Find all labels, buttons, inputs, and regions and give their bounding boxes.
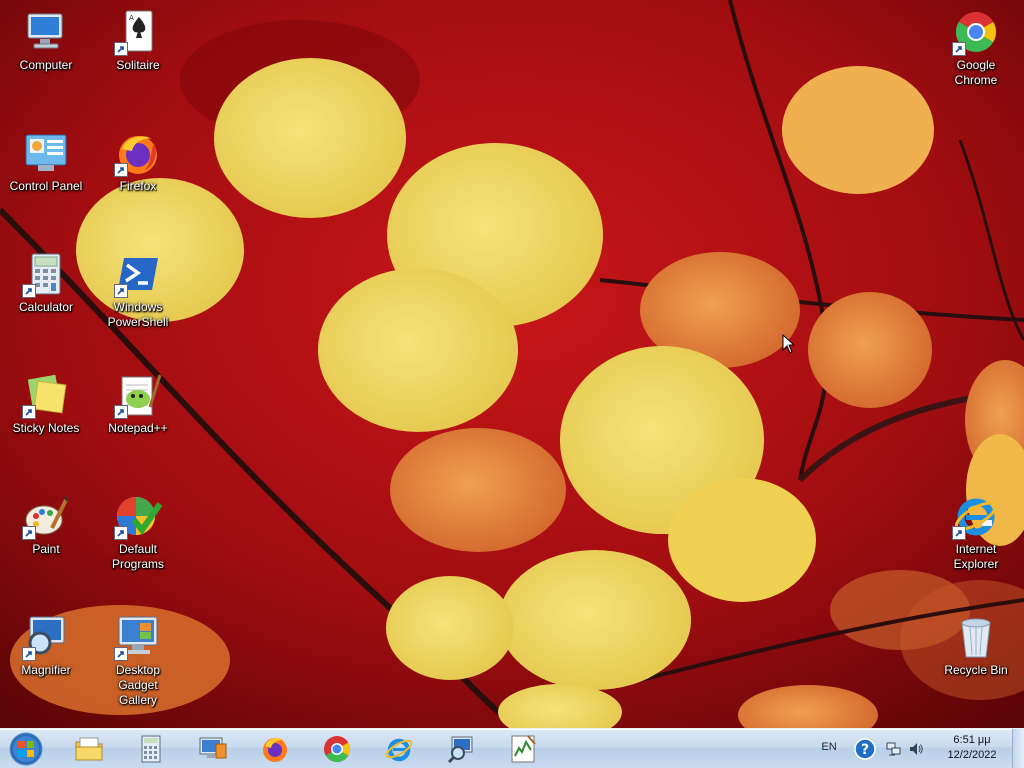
desktop-icon-label: Firefox [119,179,157,193]
desktop-icon-computer[interactable]: Computer [4,2,88,112]
desktop-icon-desktop-gadget-gallery[interactable]: Desktop Gadget Gallery [96,607,180,717]
desktop-icon-paint[interactable]: Paint [4,486,88,596]
shortcut-arrow-icon [114,42,128,56]
chrome-icon [324,736,351,763]
taskbar: EN ? 6:51 μμ 12/2/2022 [0,728,1024,768]
shortcut-arrow-icon [22,284,36,298]
desktop-icon-solitaire[interactable]: A Solitaire [96,2,180,112]
desktop-icon-label: Internet Explorer [953,542,999,571]
file-explorer-icon [75,737,103,761]
shortcut-arrow-icon [114,526,128,540]
desktop-icon-label: Windows PowerShell [107,300,169,329]
desktop-icon-calculator[interactable]: Calculator [4,244,88,354]
shortcut-arrow-icon [952,42,966,56]
desktop-icon-label: Calculator [18,300,74,314]
ie-icon [385,738,413,762]
start-orb-icon [9,732,43,766]
calculator-icon [141,735,161,763]
clock-time: 6:51 μμ [953,734,991,746]
desktop-icon-label: Paint [32,542,60,556]
system-tray: EN ? 6:51 μμ 12/2/2022 [814,729,1024,768]
volume-icon[interactable] [908,741,924,757]
language-indicator[interactable]: EN [814,741,844,753]
desktop-icon-recycle-bin[interactable]: Recycle Bin [934,607,1018,717]
recycle-bin-icon [961,618,991,658]
desktop-icon-google-chrome[interactable]: Google Chrome [934,2,1018,112]
help-icon[interactable]: ? [854,738,876,760]
shortcut-arrow-icon [114,163,128,177]
desktop-icon-label: Notepad++ [108,421,168,435]
desktop-icon-notepadpp[interactable]: Notepad++ [96,365,180,475]
firefox-icon [263,738,287,762]
taskbar-remote-desktop-button[interactable] [186,731,240,767]
taskbar-ie-button[interactable] [372,731,426,767]
desktop-icon-label: Desktop Gadget Gallery [115,663,161,707]
remote-desktop-icon [199,737,227,759]
start-button[interactable] [6,731,46,767]
taskbar-task-manager-button[interactable] [496,731,550,767]
taskbar-chrome-button[interactable] [310,731,364,767]
desktop-icon-label: Solitaire [116,58,160,72]
task-manager-icon [511,735,536,763]
desktop-icon-sticky-notes[interactable]: Sticky Notes [4,365,88,475]
clock[interactable]: 6:51 μμ 12/2/2022 [932,733,1012,763]
desktop-icon-label: Sticky Notes [12,421,80,435]
desktop-icon-label: Magnifier [21,663,71,677]
taskbar-magnifier-button[interactable] [434,731,488,767]
show-desktop-button[interactable] [1012,729,1024,768]
desktop-icon-windows-powershell[interactable]: Windows PowerShell [96,244,180,354]
taskbar-calculator-button[interactable] [124,731,178,767]
taskbar-file-explorer-button[interactable] [62,731,116,767]
shortcut-arrow-icon [114,284,128,298]
svg-text:?: ? [861,742,869,758]
network-icon[interactable] [886,741,902,757]
desktop-icon-label: Google Chrome [954,58,998,87]
desktop-icon-label: Recycle Bin [944,663,1008,677]
shortcut-arrow-icon [952,526,966,540]
desktop-icon-internet-explorer[interactable]: Internet Explorer [934,486,1018,596]
computer-icon [27,13,63,49]
shortcut-arrow-icon [114,405,128,419]
shortcut-arrow-icon [22,647,36,661]
shortcut-arrow-icon [22,405,36,419]
control-panel-icon [25,134,67,171]
svg-text:A: A [129,14,134,22]
desktop-icon-label: Default Programs [111,542,164,571]
shortcut-arrow-icon [22,526,36,540]
desktop-icon-label: Computer [19,58,73,72]
desktop-icon-control-panel[interactable]: Control Panel [4,123,88,233]
magnifier-icon [447,736,473,764]
desktop-icon-default-programs[interactable]: Default Programs [96,486,180,596]
taskbar-firefox-button[interactable] [248,731,302,767]
clock-date: 12/2/2022 [947,749,997,761]
shortcut-arrow-icon [114,647,128,661]
desktop-icon-magnifier[interactable]: Magnifier [4,607,88,717]
desktop-icon-firefox[interactable]: Firefox [96,123,180,233]
mouse-cursor-icon [782,334,794,354]
desktop-icon-label: Control Panel [9,179,83,193]
